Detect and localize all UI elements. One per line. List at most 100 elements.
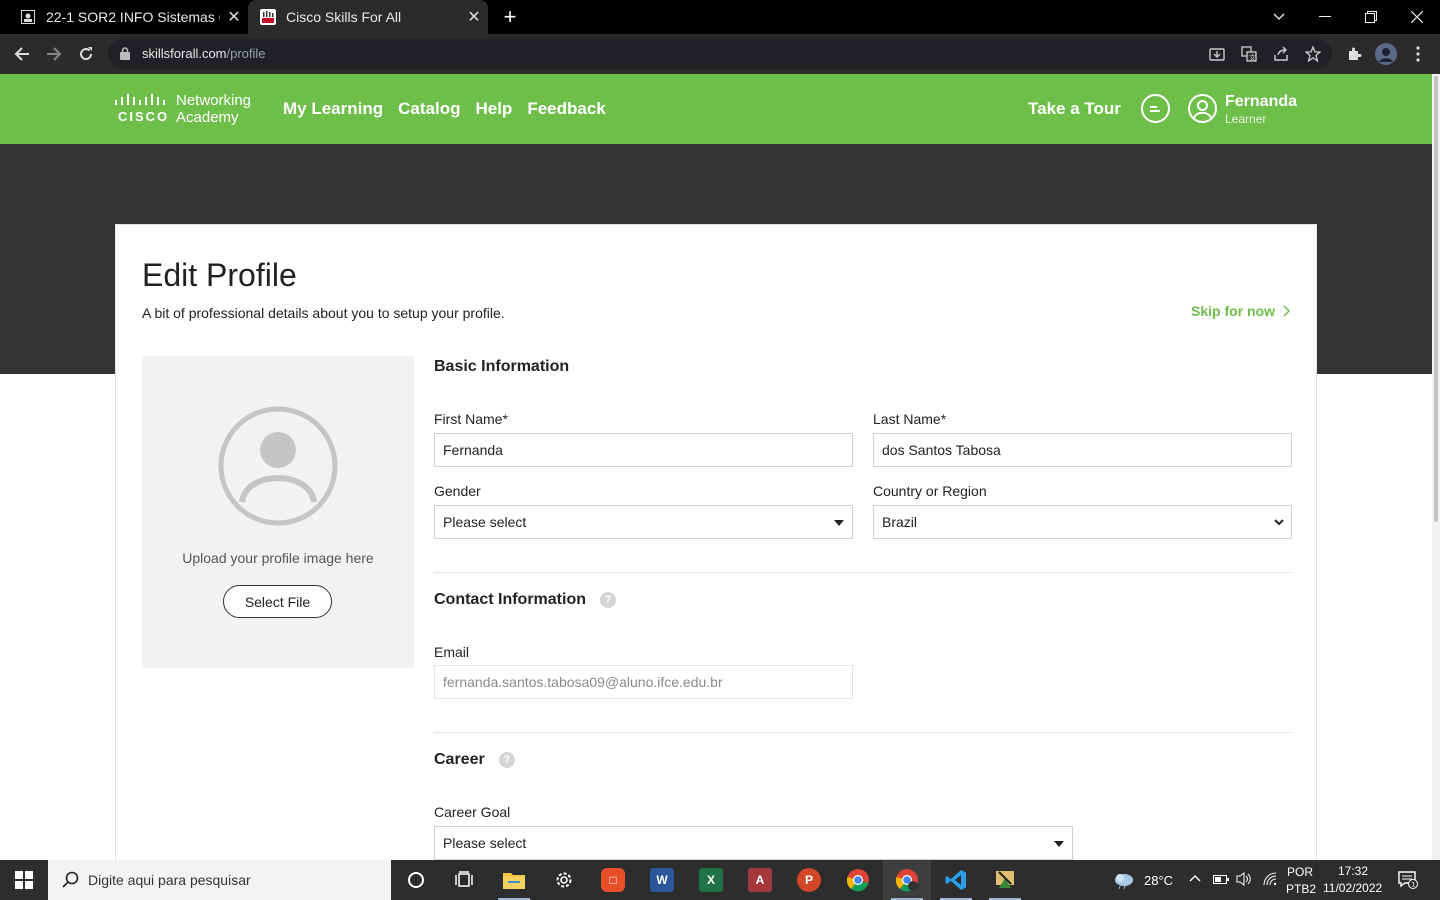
nav-catalog[interactable]: Catalog [398,99,460,119]
logo-line-1: Networking [176,92,252,109]
skip-for-now-link[interactable]: Skip for now [1191,303,1290,319]
user-avatar-icon[interactable] [1188,94,1217,123]
share-icon[interactable] [1270,44,1292,64]
minimize-icon[interactable] [1302,0,1348,34]
battery-icon[interactable] [1213,872,1229,888]
volume-icon[interactable] [1236,871,1252,890]
svg-text:文: 文 [1249,53,1256,62]
logo-line-2: Academy [176,109,239,126]
email-label: Email [434,644,470,660]
profile-avatar-icon[interactable] [1374,42,1398,66]
taskbar-search-placeholder: Digite aqui para pesquisar [88,872,251,888]
gender-select[interactable]: Please select [434,505,853,539]
nav-my-learning[interactable]: My Learning [283,99,383,119]
country-select[interactable]: Brazil [873,505,1292,539]
weather-temperature[interactable]: 28°C [1144,873,1173,888]
logo-cisco-word: CISCO [118,109,170,124]
skip-label: Skip for now [1191,303,1275,319]
menu-dots-icon[interactable] [1406,42,1430,66]
url-host: skillsforall.com [142,46,227,61]
take-a-tour-link[interactable]: Take a Tour [1028,99,1121,119]
career-goal-selected-value: Please select [443,835,527,851]
search-icon [62,871,79,888]
browser-tab[interactable]: 22-1 SOR2 INFO Sistemas O ✕ [8,0,248,34]
tab-search-icon[interactable] [1256,0,1302,34]
career-goal-select[interactable]: Please select [434,826,1073,860]
extensions-icon[interactable] [1342,42,1366,66]
caret-down-icon [1054,841,1064,847]
site-header: CISCO Networking Academy My Learning Cat… [0,74,1432,144]
close-window-icon[interactable] [1394,0,1440,34]
career-goal-label: Career Goal [434,804,511,820]
vscode-icon[interactable] [932,860,980,900]
restore-icon[interactable] [1348,0,1394,34]
user-role: Learner [1225,112,1267,126]
caret-down-icon [834,520,844,526]
bookmark-star-icon[interactable] [1302,44,1324,64]
url-text: skillsforall.com/profile [142,46,266,61]
install-icon[interactable] [1206,44,1228,64]
gender-label: Gender [434,483,481,499]
chat-icon[interactable] [1141,94,1170,123]
last-name-field[interactable]: dos Santos Tabosa [873,433,1292,467]
nav-help[interactable]: Help [475,99,512,119]
page-scrollbar-thumb[interactable] [1434,76,1438,522]
back-icon[interactable] [8,40,36,68]
task-view-icon[interactable] [440,860,488,900]
chevron-up-icon[interactable] [1189,869,1201,890]
help-icon[interactable]: ? [600,592,616,608]
cortana-icon[interactable] [392,860,440,900]
browser-tab-active[interactable]: Cisco Skills For All ✕ [248,0,488,34]
browser-toolbar: skillsforall.com/profile 文 [0,34,1440,74]
start-button[interactable] [0,860,48,900]
terminal-app-icon[interactable] [981,860,1029,900]
address-bar[interactable]: skillsforall.com/profile 文 [108,39,1332,69]
browser-tab-strip: 22-1 SOR2 INFO Sistemas O ✕ Cisco Skills… [0,0,1440,34]
help-icon[interactable]: ? [498,752,515,768]
office-app-icon[interactable]: □ [589,860,637,900]
select-file-button[interactable]: Select File [223,585,332,618]
url-path: /profile [226,46,266,61]
windows-taskbar: Digite aqui para pesquisar □ W X A P 28°… [0,860,1440,900]
weather-icon[interactable] [1113,871,1135,892]
reload-icon[interactable] [72,40,100,68]
first-name-label: First Name* [434,411,508,427]
chrome-icon[interactable] [834,860,882,900]
close-tab-icon[interactable]: ✕ [460,7,488,27]
notifications-icon[interactable]: 1 [1398,871,1418,892]
access-icon[interactable]: A [736,860,784,900]
chevron-right-icon [1283,305,1290,317]
settings-gear-icon[interactable] [540,860,588,900]
upload-instructions: Upload your profile image here [182,550,374,566]
cisco-bars-icon [115,94,165,105]
basic-information-heading: Basic Information [434,358,569,376]
keyboard-layout[interactable]: PTB2 [1286,882,1316,896]
translate-icon[interactable]: 文 [1238,44,1260,64]
chrome-profile-icon[interactable] [883,860,931,900]
user-name[interactable]: Fernanda [1225,93,1297,111]
first-name-field[interactable]: Fernanda [434,433,853,467]
chevron-down-icon [1274,519,1284,526]
close-tab-icon[interactable]: ✕ [220,7,248,27]
wifi-icon[interactable] [1262,871,1278,890]
cisco-favicon-icon [260,9,276,25]
language-code[interactable]: POR [1287,865,1313,879]
file-explorer-icon[interactable] [490,860,538,900]
taskbar-search-box[interactable]: Digite aqui para pesquisar [48,860,391,900]
email-field: fernanda.santos.tabosa09@aluno.ifce.edu.… [434,665,853,699]
clock-time[interactable]: 17:32 [1338,864,1368,878]
section-divider [434,732,1292,733]
nav-feedback[interactable]: Feedback [527,99,605,119]
word-icon[interactable]: W [638,860,686,900]
powerpoint-icon[interactable]: P [785,860,833,900]
clock-date[interactable]: 11/02/2022 [1323,881,1382,895]
forward-icon[interactable] [40,40,68,68]
profile-photo-panel: Upload your profile image here Select Fi… [142,356,414,668]
career-heading: Career ? [434,751,515,769]
section-divider [434,572,1292,573]
career-title: Career [434,751,485,768]
classroom-favicon-icon [20,9,36,25]
lock-icon [120,47,132,61]
new-tab-button[interactable]: + [498,4,522,30]
excel-icon[interactable]: X [687,860,735,900]
